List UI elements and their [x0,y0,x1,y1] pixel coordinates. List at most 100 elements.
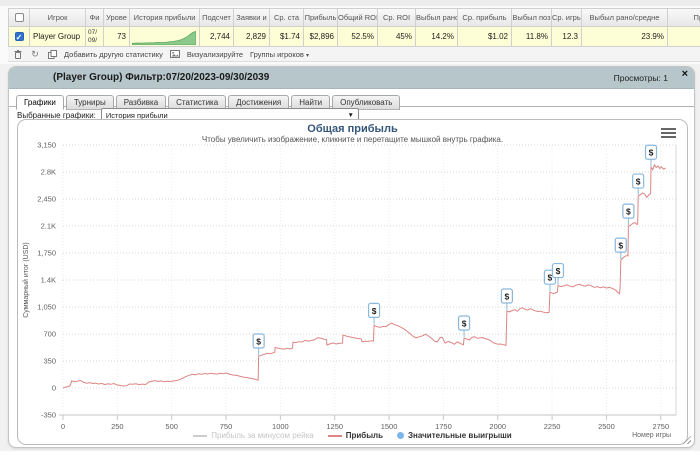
col-header-late_out[interactable]: Выбыл поз [512,8,552,27]
svg-text:$: $ [462,319,467,329]
cell-profit: $2,896 [304,27,338,47]
svg-text:2750: 2750 [652,422,669,431]
chart-card: Общая прибыль Чтобы увеличить изображени… [17,119,688,445]
cell-early_out: 14.2% [416,27,458,47]
cell-player[interactable]: Player Group [30,27,86,47]
col-header-profit[interactable]: Прибыль [304,8,338,27]
svg-text:2250: 2250 [544,422,561,431]
svg-text:Суммарный итог (USD): Суммарный итог (USD) [22,242,30,318]
col-header-count[interactable]: Подсчет [200,8,234,27]
legend-label: Прибыль [345,431,384,440]
cell-history [130,27,200,47]
col-header-avg_profit[interactable]: Ср. прибыль [458,8,512,27]
svg-text:2500: 2500 [598,422,615,431]
header-checkbox[interactable] [14,13,24,22]
panel-tabs: Графики Турниры Разбивка Статистика Достижен… [9,91,694,110]
legend-label: Прибыль за минусом рейка [211,431,314,440]
svg-text:$: $ [618,241,623,251]
copy-icon[interactable] [47,49,57,59]
cell-level: 73 [104,27,130,47]
svg-text:1.4K: 1.4K [41,276,56,285]
svg-text:250: 250 [111,422,124,431]
cell-entries: 2,829 [234,27,270,47]
svg-text:0: 0 [52,384,56,393]
svg-text:350: 350 [43,357,56,366]
cell-early_avg: 23.9% [582,27,668,47]
big-win-marker[interactable]: $ [644,144,658,167]
col-header-level[interactable]: Урове [104,8,130,27]
big-win-marker[interactable]: $ [252,333,265,355]
profit-history-sparkline [132,31,196,45]
cell-avg_games: 12.3 [552,27,582,47]
svg-text:1000: 1000 [272,422,289,431]
legend-item-profit[interactable]: Прибыль [327,431,384,440]
big-win-marker[interactable]: $ [457,315,471,338]
col-header-date[interactable]: Фи [86,8,104,27]
legend-line-swatch [327,434,342,437]
big-win-marker[interactable]: $ [632,173,645,196]
big-win-marker[interactable]: $ [367,302,381,325]
svg-text:$: $ [649,148,654,158]
col-header-history[interactable]: История прибыли [130,8,200,27]
big-win-marker[interactable]: $ [622,203,635,226]
col-header-avg_roi[interactable]: Ср. ROI [378,8,416,27]
profit-chart-plot[interactable]: 3,1502.8K2,4502.1K1,7501.4K1,0507003500-… [18,120,687,444]
svg-text:$: $ [505,292,510,302]
views-counter: Просмотры: 1 [613,73,668,83]
visualize-button[interactable]: Визуализируйте [187,50,243,59]
legend-item-profit-minus-rake[interactable]: Прибыль за минусом рейка [193,431,314,440]
cell-count: 2,744 [200,27,234,47]
hamburger-menu-icon[interactable] [661,128,676,139]
col-header-total_roi[interactable]: Общий ROI [338,8,378,27]
svg-text:$: $ [636,177,641,187]
image-icon [169,49,180,59]
cell-avg_profit: $1.02 [458,27,512,47]
svg-text:1250: 1250 [326,422,343,431]
cell-avg_stake: $1.74 [270,27,304,47]
add-statistic-button[interactable]: Добавить другую статистику [64,50,163,59]
cell-check[interactable]: ✓ [8,27,30,47]
svg-text:-350: -350 [41,411,56,420]
col-header-early_out[interactable]: Выбыл рано [416,8,458,27]
chevron-down-icon: ▾ [305,52,309,59]
cell-date: 07/09/ [86,27,104,47]
refresh-icon[interactable]: ↻ [30,49,40,59]
svg-text:1,750: 1,750 [37,249,56,258]
player-stats-table: Игрок Фи Урове История прибыли Подсчет Заявки… [8,8,700,47]
player-groups-dropdown[interactable]: Группы игроков ▾ [250,50,309,59]
svg-text:2.1K: 2.1K [41,222,56,231]
svg-text:1,050: 1,050 [37,303,56,312]
cell-late_out: 11.8% [512,27,552,47]
col-header-avg_stake[interactable]: Ср. ста [270,8,304,27]
filter-panel: (Player Group) Фильтр:07/20/2023-09/30/2… [8,66,695,448]
page: Игрок Фи Урове История прибыли Подсчет Заявки… [0,0,700,456]
legend-line-swatch [193,434,208,437]
svg-text:$: $ [256,336,261,346]
legend-label: Значительные выигрыши [408,431,512,440]
x-axis-title: Номер игры [632,432,671,439]
svg-text:1750: 1750 [435,422,452,431]
svg-text:$: $ [556,266,561,276]
svg-text:750: 750 [220,422,233,431]
svg-text:1500: 1500 [381,422,398,431]
col-header-check[interactable] [8,8,30,27]
svg-text:700: 700 [43,330,56,339]
close-icon[interactable]: × [682,68,688,80]
cell-profit_hr: $2.1 [668,27,700,47]
bottom-strip [0,451,700,456]
svg-text:2,450: 2,450 [37,195,56,204]
legend-dot-swatch [397,432,405,439]
svg-text:500: 500 [165,422,178,431]
legend-item-big-wins[interactable]: Значительные выигрыши [397,431,512,440]
trash-icon[interactable] [13,49,23,59]
col-header-entries[interactable]: Заявки и [234,8,270,27]
col-header-early_avg[interactable]: Выбыл рано/средне [582,8,668,27]
col-header-player[interactable]: Игрок [30,8,86,27]
chart-legend: Прибыль за минусом рейка Прибыль Значитель… [18,431,687,440]
svg-text:$: $ [372,306,377,316]
chevron-down-icon: ▼ [347,111,354,119]
col-header-avg_games[interactable]: Ср. игры /. [552,8,582,27]
row-checkbox[interactable]: ✓ [14,32,24,42]
svg-text:$: $ [626,207,631,217]
col-header-profit_hr[interactable]: Прибыль/ча [668,8,700,27]
